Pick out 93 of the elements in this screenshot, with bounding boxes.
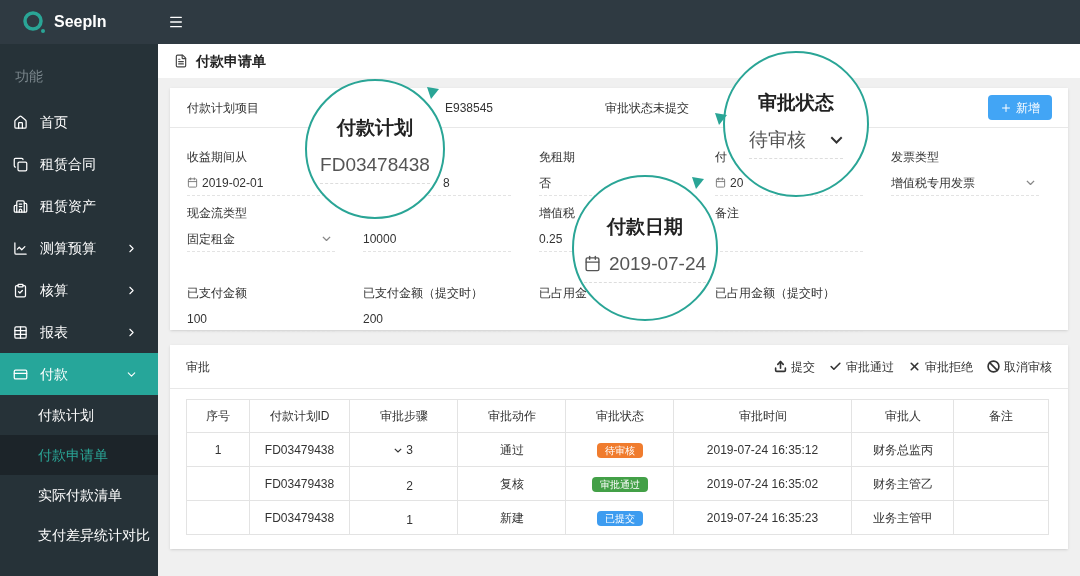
table-cell: 1 xyxy=(349,500,458,535)
field-value: E938545 xyxy=(445,99,495,117)
callout-title: 付款计划 xyxy=(337,116,413,140)
brand-name: SeepIn xyxy=(54,12,107,32)
card-icon xyxy=(13,366,28,382)
column-header: 审批状态 xyxy=(565,399,674,433)
home-icon xyxy=(13,114,28,130)
calendar-icon xyxy=(187,177,198,188)
column-header: 序号 xyxy=(186,399,250,433)
check-icon xyxy=(829,360,842,373)
table-cell: 3 xyxy=(349,432,458,467)
column-header: 备注 xyxy=(953,399,1049,433)
table-icon xyxy=(13,324,28,340)
column-header: 审批时间 xyxy=(673,399,852,433)
table-cell: 2019-07-24 16:35:23 xyxy=(673,500,852,535)
table-cell xyxy=(186,466,250,501)
field-label: 已占用金额（提交时） xyxy=(715,285,835,302)
field-label: 已支付金额 xyxy=(187,285,247,302)
document-icon xyxy=(174,54,188,68)
column-header: 审批步骤 xyxy=(349,399,458,433)
field-label: 付款计划项目 xyxy=(187,99,260,117)
calendar-icon xyxy=(715,177,726,188)
table-cell: 财务总监丙 xyxy=(851,432,954,467)
sidebar-subitem[interactable]: 支付差异统计对比 xyxy=(0,515,158,555)
logo-icon xyxy=(22,10,46,34)
field-label: 收益期间从 xyxy=(187,149,247,166)
copy-icon xyxy=(13,156,28,172)
column-header: 审批动作 xyxy=(457,399,566,433)
status-badge: 审批通过 xyxy=(591,476,648,492)
status-text: 审批状态未提交 xyxy=(605,99,689,117)
callout-title: 付款日期 xyxy=(607,215,683,239)
toolbar-button[interactable]: 提交 xyxy=(774,357,815,376)
callout-value: 2019-07-24 xyxy=(608,251,707,276)
chevron-down-icon xyxy=(394,447,403,453)
table-cell: 2019-07-24 16:35:12 xyxy=(673,432,852,467)
table-cell: FD03479438 xyxy=(249,432,350,467)
sidebar-item[interactable]: 首页 xyxy=(0,101,158,143)
menu-icon[interactable] xyxy=(168,14,184,30)
plus-icon xyxy=(1000,101,1012,114)
field-label: 已支付金额（提交时） xyxy=(363,285,483,302)
callout-title: 审批状态 xyxy=(758,91,834,115)
table-cell: 复核 xyxy=(457,466,566,501)
sidebar-item[interactable]: 测算预算 xyxy=(0,227,158,269)
table-cell xyxy=(186,500,250,535)
page-title: 付款申请单 xyxy=(196,51,266,71)
chevron-down-icon xyxy=(1026,179,1035,186)
field-label: 现金流类型 xyxy=(187,205,247,222)
section-label: 功能 xyxy=(14,67,44,86)
calendar-icon xyxy=(583,255,601,273)
column-header: 审批人 xyxy=(851,399,954,433)
field-label: 免租期 xyxy=(539,149,575,166)
table-cell: 1 xyxy=(186,432,250,467)
toolbar-button[interactable]: 审批通过 xyxy=(829,357,894,376)
sidebar-subitem[interactable]: 付款计划 xyxy=(0,395,158,435)
table-cell: 2019-07-24 16:35:02 xyxy=(673,466,852,501)
table-cell: FD03479438 xyxy=(249,500,350,535)
toolbar-button[interactable]: 取消审核 xyxy=(987,357,1052,376)
select-field[interactable]: 增值税专用发票 xyxy=(891,170,1039,196)
field-label: 付 xyxy=(715,149,727,166)
callout-value: 待审核 xyxy=(749,127,806,152)
upload-icon xyxy=(774,360,787,373)
input-field[interactable]: 100 xyxy=(187,306,335,332)
section-title: 审批 xyxy=(186,358,210,376)
sidebar-subitem[interactable]: 付款申请单 xyxy=(0,435,158,475)
clipboard-icon xyxy=(13,282,28,298)
input-field[interactable]: 200 xyxy=(363,306,511,332)
table-cell: 通过 xyxy=(457,432,566,467)
column-header: 付款计划ID xyxy=(249,399,350,433)
field-label: 增值税 xyxy=(539,205,575,222)
building-icon xyxy=(13,198,28,214)
sidebar-item[interactable]: 租赁资产 xyxy=(0,185,158,227)
close-icon xyxy=(908,360,921,373)
table-cell: 财务主管乙 xyxy=(851,466,954,501)
ban-icon xyxy=(987,360,1000,373)
toolbar-button[interactable]: 审批拒绝 xyxy=(908,357,973,376)
chevron-down-icon xyxy=(830,135,843,144)
field-label: 发票类型 xyxy=(891,149,939,166)
chart-icon xyxy=(13,240,28,256)
table-cell: 业务主管甲 xyxy=(851,500,954,535)
input-field[interactable]: 10000 xyxy=(363,226,511,252)
sidebar-item[interactable]: 租赁合同 xyxy=(0,143,158,185)
chevron-down-icon xyxy=(322,235,331,242)
table-cell: 新建 xyxy=(457,500,566,535)
sidebar-subitem[interactable]: 实际付款清单 xyxy=(0,475,158,515)
status-badge: 已提交 xyxy=(596,510,643,526)
field-label: 已占用金 xyxy=(539,285,587,302)
field-label: 备注 xyxy=(715,205,739,222)
table-cell: FD03479438 xyxy=(249,466,350,501)
status-badge: 待审核 xyxy=(596,442,643,458)
sidebar-item[interactable]: 核算 xyxy=(0,269,158,311)
table-cell: 2 xyxy=(349,466,458,501)
select-field[interactable]: 固定租金 xyxy=(187,226,335,252)
sidebar-item[interactable]: 报表 xyxy=(0,311,158,353)
